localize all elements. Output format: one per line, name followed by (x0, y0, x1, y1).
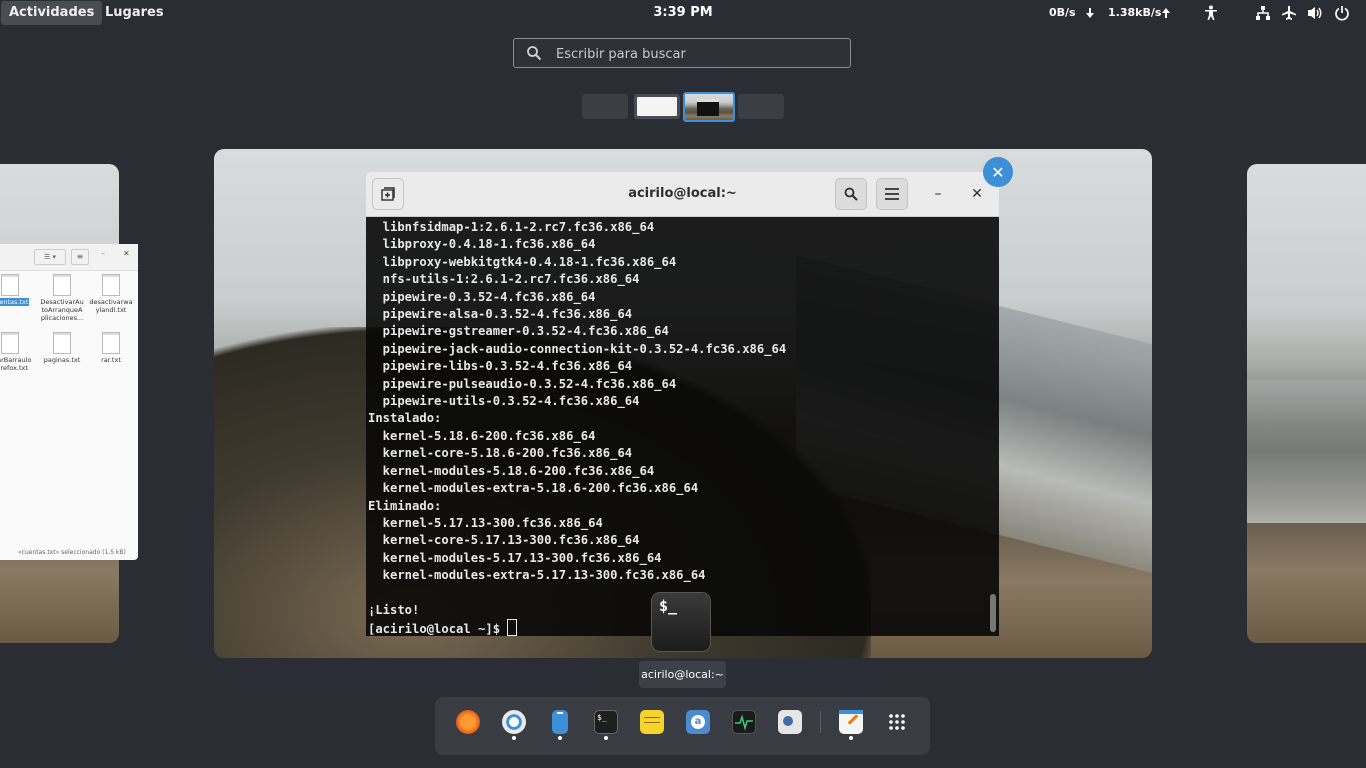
search-input[interactable] (554, 39, 848, 69)
file-item[interactable]: paginas.txt (40, 332, 84, 364)
net-download-speed: 0B/s (1049, 6, 1076, 19)
workspace-thumbnail-2[interactable] (634, 94, 680, 119)
notes-icon[interactable] (640, 710, 664, 734)
clock[interactable]: 3:39 PM (653, 5, 712, 20)
search-icon[interactable] (835, 178, 867, 210)
running-indicator (558, 736, 562, 740)
text-file-icon (102, 274, 120, 296)
activities-button[interactable]: Actividades (1, 1, 103, 25)
file-item[interactable]: rar.txt (89, 332, 133, 364)
terminal-window[interactable]: acirilo@local:~ – ✕ libnfsidmap-1:2.6.1-… (366, 172, 999, 636)
search-box[interactable] (513, 38, 851, 69)
terminal-icon[interactable]: $_ (594, 710, 618, 734)
terminal-text: libnfsidmap-1:2.6.1-2.rc7.fc36.x86_64 li… (368, 220, 787, 636)
arrow-up-icon (1157, 4, 1175, 22)
file-item[interactable]: desactivarwaylandl.txt (89, 274, 133, 314)
minimize-icon[interactable]: – (101, 249, 105, 258)
accessibility-icon[interactable] (1202, 4, 1220, 22)
system-monitor-icon[interactable] (732, 710, 756, 734)
network-icon[interactable] (1254, 4, 1272, 22)
new-tab-icon[interactable] (372, 178, 404, 210)
running-indicator (849, 736, 853, 740)
close-window-icon[interactable]: ✕ (983, 157, 1013, 187)
search-icon (526, 45, 542, 65)
chromium-icon[interactable] (502, 710, 526, 734)
workspace-thumbnail-1[interactable] (582, 94, 628, 119)
dash-dock: $_ a (435, 697, 930, 755)
file-manager-window[interactable]: ☰ ▾ ≡ – ✕ cuentas.txt DesactivarAutoArra… (0, 244, 138, 560)
volume-icon[interactable] (1306, 4, 1324, 22)
terminal-app-icon: $_ (652, 593, 710, 651)
top-bar: Actividades Lugares 3:39 PM 0B/s 1.38kB/… (0, 0, 1366, 26)
dock-separator (820, 711, 821, 733)
arrow-down-icon (1081, 4, 1099, 22)
airplane-icon[interactable] (1280, 4, 1298, 22)
settings-icon[interactable] (778, 710, 802, 734)
running-indicator (604, 736, 608, 740)
file-item[interactable]: DesactivarAutoArranqueAplicaciones... (40, 274, 84, 322)
text-file-icon (53, 274, 71, 296)
close-icon[interactable]: ✕ (966, 183, 988, 205)
close-icon[interactable]: ✕ (123, 249, 130, 258)
text-file-icon (102, 332, 120, 354)
hamburger-menu-icon[interactable] (876, 178, 908, 210)
terminal-output[interactable]: libnfsidmap-1:2.6.1-2.rc7.fc36.x86_64 li… (366, 217, 999, 636)
workspace-thumbnail-4[interactable] (738, 94, 784, 119)
workspace-preview-right[interactable] (1247, 164, 1366, 643)
terminal-cursor (507, 619, 518, 636)
files-icon[interactable] (552, 710, 568, 734)
terminal-header-bar: acirilo@local:~ – ✕ (366, 172, 999, 217)
view-options-button[interactable]: ☰ ▾ (34, 249, 66, 265)
firefox-icon[interactable] (456, 710, 480, 734)
running-indicator (512, 736, 516, 740)
minimize-icon[interactable]: – (927, 183, 949, 205)
text-file-icon (1, 274, 19, 296)
workspace-thumbnail-3[interactable] (683, 92, 735, 122)
app-grid-icon[interactable] (885, 710, 909, 734)
scrollbar[interactable] (990, 594, 996, 632)
menu-icon[interactable]: ≡ (71, 249, 89, 265)
window-title-tooltip: acirilo@local:~ (639, 661, 726, 688)
text-file-icon (53, 332, 71, 354)
power-icon[interactable] (1333, 4, 1351, 22)
text-editor-icon[interactable] (839, 710, 863, 734)
app-store-icon[interactable]: a (686, 710, 710, 734)
text-file-icon (1, 332, 19, 354)
net-upload-speed: 1.38kB/s (1108, 6, 1162, 19)
status-bar: «cuentas.txt» seleccionado (1.5 kB) (18, 549, 126, 556)
file-item[interactable]: ultarBarraulosFirefox.txt (0, 332, 32, 372)
places-menu[interactable]: Lugares (97, 1, 172, 25)
file-item[interactable]: cuentas.txt (0, 274, 32, 306)
